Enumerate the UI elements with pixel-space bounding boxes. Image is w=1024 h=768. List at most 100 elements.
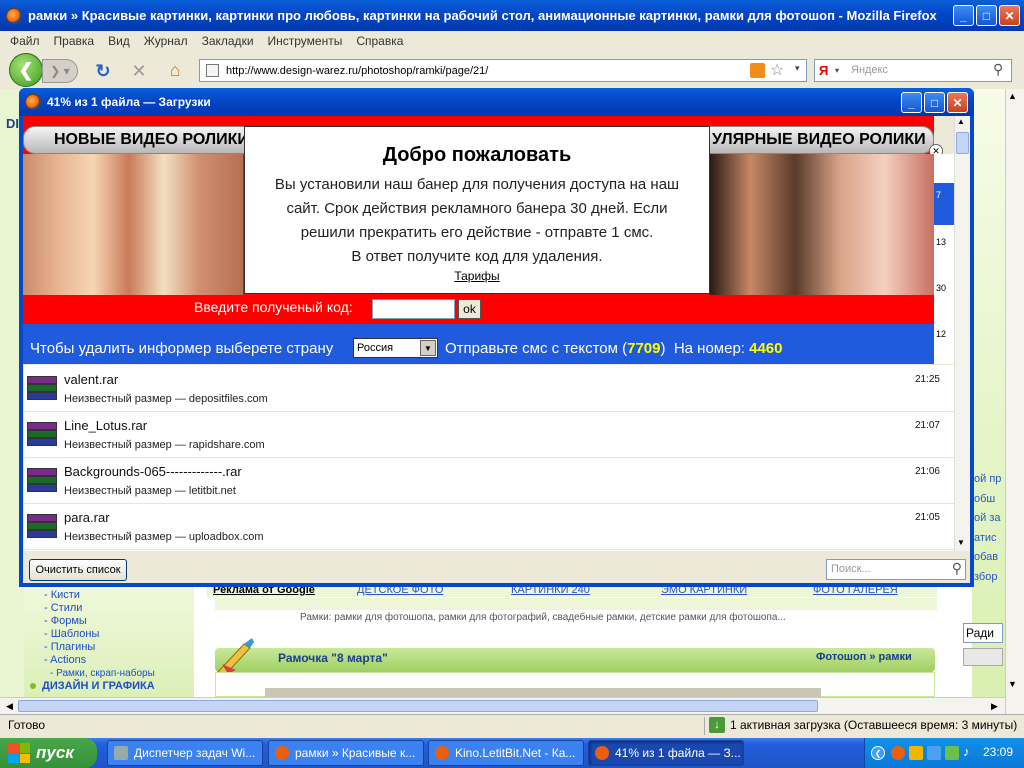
scroll-left-icon[interactable]: ◀: [2, 699, 17, 713]
maximize-button[interactable]: □: [976, 5, 997, 26]
taskbar-button-kino[interactable]: Kino.LetitBit.Net - Ка...: [428, 740, 584, 766]
download-item[interactable]: para.rar Неизвестный размер — uploadbox.…: [24, 504, 954, 550]
dl-close-button[interactable]: ✕: [947, 92, 968, 113]
sms-instruction: Отправьте смс с текстом (7709) На номер:…: [445, 340, 783, 357]
right-link[interactable]: ой за: [974, 509, 1001, 529]
menu-view[interactable]: Вид: [108, 34, 130, 48]
right-link[interactable]: обав: [974, 548, 1001, 568]
vertical-scrollbar[interactable]: ▲ ▼: [1005, 89, 1024, 714]
ok-button[interactable]: ok: [458, 299, 481, 319]
tray-folder-icon[interactable]: [909, 746, 923, 760]
right-link[interactable]: збор: [974, 568, 1001, 588]
menu-file[interactable]: Файл: [10, 34, 40, 48]
menu-help[interactable]: Справка: [356, 34, 403, 48]
scroll-right-icon[interactable]: ▶: [987, 699, 1002, 713]
rar-archive-icon: [27, 422, 59, 450]
tray-firefox-icon[interactable]: [891, 746, 905, 760]
rar-archive-icon: [27, 514, 59, 542]
close-button[interactable]: ✕: [999, 5, 1020, 26]
post-breadcrumb[interactable]: Фотошоп » рамки: [816, 651, 912, 663]
start-button[interactable]: пуск: [0, 738, 97, 768]
forward-button[interactable]: ❯ ▾: [42, 59, 78, 83]
right-link[interactable]: атис: [974, 529, 1001, 549]
tray-app-icon[interactable]: [945, 746, 959, 760]
minimize-button[interactable]: _: [953, 5, 974, 26]
right-link[interactable]: обш: [974, 490, 1001, 510]
clock[interactable]: 23:09: [983, 745, 1013, 759]
dropdown-arrow-icon[interactable]: ▾: [795, 63, 800, 74]
star-icon[interactable]: ☆: [770, 60, 784, 80]
download-status[interactable]: 1 активная загрузка (Оставшееся время: 3…: [730, 718, 1017, 732]
post-image-top: [265, 688, 821, 697]
status-bar: Готово ↓ 1 активная загрузка (Оставшееся…: [0, 714, 1024, 736]
yandex-icon: Я: [819, 63, 829, 78]
taskbar-button-firefox[interactable]: рамки » Красивые к...: [268, 740, 424, 766]
menu-history[interactable]: Журнал: [144, 34, 188, 48]
country-select[interactable]: Россия ▼: [353, 338, 438, 358]
reload-button[interactable]: ↻: [92, 60, 114, 82]
sidebar-item-templates[interactable]: - Шаблоны: [44, 628, 155, 641]
back-button[interactable]: ❮: [9, 53, 43, 87]
scroll-thumb-h[interactable]: [18, 700, 818, 712]
home-button[interactable]: ⌂: [164, 59, 186, 81]
url-bar[interactable]: http://www.design-warez.ru/photoshop/ram…: [199, 59, 807, 82]
download-icon[interactable]: ↓: [709, 717, 725, 733]
download-time: 21:25: [914, 374, 940, 385]
magnifier-icon[interactable]: ⚲: [993, 61, 1003, 78]
post-title[interactable]: Рамочка "8 марта": [278, 651, 388, 665]
scroll-up-icon[interactable]: ▲: [957, 117, 965, 126]
scroll-down-icon[interactable]: ▼: [957, 538, 965, 547]
banner-header-right[interactable]: УЛЯРНЫЕ ВИДЕО РОЛИКИ: [712, 131, 926, 149]
windows-logo-icon: [8, 743, 30, 763]
search-box[interactable]: Я ▾ Яндекс ⚲: [814, 59, 1012, 82]
dl-minimize-button[interactable]: _: [901, 92, 922, 113]
sidebar-item-plugins[interactable]: - Плагины: [44, 641, 155, 654]
tray-volume-icon[interactable]: ♪: [963, 744, 970, 759]
tray-expand-icon[interactable]: ❮: [871, 746, 885, 760]
tray-network-icon[interactable]: [927, 746, 941, 760]
magnifier-icon[interactable]: ⚲: [952, 560, 962, 577]
engine-dropdown-icon[interactable]: ▾: [835, 66, 839, 75]
right-link-fragments: ой пр обш ой за атис обав збор: [974, 470, 1001, 587]
time-fragment: 7: [936, 190, 942, 200]
sidebar-item-shapes[interactable]: - Формы: [44, 615, 155, 628]
radio-select[interactable]: Ради: [963, 623, 1003, 643]
taskbar-button-taskmgr[interactable]: Диспетчер задач Wi...: [107, 740, 263, 766]
download-time: 21:06: [914, 466, 940, 477]
rar-archive-icon: [27, 468, 59, 496]
sidebar-section[interactable]: ДИЗАЙН И ГРАФИКА: [30, 680, 155, 692]
menu-tools[interactable]: Инструменты: [268, 34, 343, 48]
horizontal-scrollbar[interactable]: ◀ ▶: [0, 697, 1005, 714]
system-tray: ❮ ♪ 23:09: [864, 738, 1024, 768]
scroll-thumb[interactable]: [956, 132, 969, 154]
taskbar-button-label: Диспетчер задач Wi...: [134, 746, 256, 760]
sidebar-menu: - Кисти - Стили - Формы - Шаблоны - Плаг…: [44, 589, 155, 680]
download-item[interactable]: valent.rar Неизвестный размер — depositf…: [24, 366, 954, 412]
download-item[interactable]: Line_Lotus.rar Неизвестный размер — rapi…: [24, 412, 954, 458]
menu-bookmarks[interactable]: Закладки: [202, 34, 254, 48]
rss-icon[interactable]: [750, 63, 765, 78]
downloads-search[interactable]: Поиск... ⚲: [826, 559, 966, 580]
code-input[interactable]: [372, 299, 455, 319]
right-input[interactable]: [963, 648, 1003, 666]
right-link[interactable]: ой пр: [974, 470, 1001, 490]
downloads-scrollbar[interactable]: ▲ ▼: [954, 116, 970, 551]
select-arrow-icon[interactable]: ▼: [420, 340, 436, 356]
sms-number: 4460: [749, 340, 783, 357]
banner-header-left[interactable]: НОВЫЕ ВИДЕО РОЛИКИ: [54, 131, 249, 149]
taskbar-button-downloads[interactable]: 41% из 1 файла — З...: [588, 740, 744, 766]
sidebar-item-styles[interactable]: - Стили: [44, 602, 155, 615]
sidebar-item-frames[interactable]: - Рамки, скрап-наборы: [44, 667, 155, 680]
menu-edit[interactable]: Правка: [54, 34, 95, 48]
browser-title: рамки » Красивые картинки, картинки про …: [28, 8, 937, 23]
stop-button[interactable]: ✕: [128, 60, 150, 82]
sidebar-item-brushes[interactable]: - Кисти: [44, 589, 155, 602]
downloads-title: 41% из 1 файла — Загрузки: [47, 95, 211, 109]
dl-maximize-button[interactable]: □: [924, 92, 945, 113]
download-item[interactable]: Backgrounds-065-------------.rar Неизвес…: [24, 458, 954, 504]
tariffs-link[interactable]: Тарифы: [245, 269, 709, 283]
sidebar-item-actions[interactable]: - Actions: [44, 654, 155, 667]
scroll-up-icon[interactable]: ▲: [1008, 91, 1017, 101]
scroll-down-icon[interactable]: ▼: [1008, 679, 1017, 689]
clear-list-button[interactable]: Очистить список: [29, 559, 127, 581]
